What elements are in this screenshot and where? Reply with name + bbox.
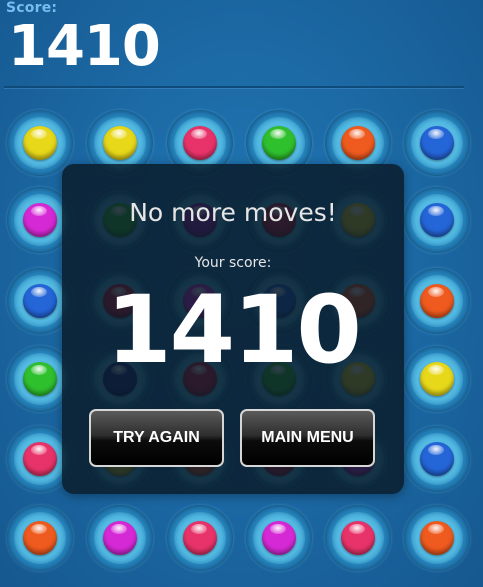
main-menu-button[interactable]: MAIN MENU <box>240 409 375 467</box>
green-ball[interactable] <box>262 126 296 160</box>
magenta-ball[interactable] <box>103 521 137 555</box>
board-cell[interactable] <box>404 505 470 571</box>
board-cell[interactable] <box>325 505 391 571</box>
board-cell[interactable] <box>167 505 233 571</box>
blue-ball[interactable] <box>420 203 454 237</box>
magenta-ball[interactable] <box>23 203 57 237</box>
board-cell[interactable] <box>7 110 73 176</box>
board-cell[interactable] <box>404 110 470 176</box>
orange-ball[interactable] <box>420 284 454 318</box>
yellow-ball[interactable] <box>420 362 454 396</box>
pink-ball[interactable] <box>183 126 217 160</box>
pink-ball[interactable] <box>183 521 217 555</box>
dialog-title: No more moves! <box>129 198 337 227</box>
yellow-ball[interactable] <box>103 126 137 160</box>
board-cell[interactable] <box>7 505 73 571</box>
board-cell[interactable] <box>246 505 312 571</box>
board-cell[interactable] <box>87 505 153 571</box>
blue-ball[interactable] <box>420 442 454 476</box>
green-ball[interactable] <box>23 362 57 396</box>
game-over-dialog: No more moves! Your score: 1410 TRY AGAI… <box>62 164 404 494</box>
blue-ball[interactable] <box>23 284 57 318</box>
pink-ball[interactable] <box>23 442 57 476</box>
board-cell[interactable] <box>404 268 470 334</box>
orange-ball[interactable] <box>23 521 57 555</box>
pink-ball[interactable] <box>341 521 375 555</box>
try-again-button[interactable]: TRY AGAIN <box>89 409 224 467</box>
board-cell[interactable] <box>404 346 470 412</box>
your-score-label: Your score: <box>194 255 272 271</box>
final-score: 1410 <box>106 276 362 385</box>
magenta-ball[interactable] <box>262 521 296 555</box>
yellow-ball[interactable] <box>23 126 57 160</box>
board-cell[interactable] <box>404 426 470 492</box>
blue-ball[interactable] <box>420 126 454 160</box>
orange-ball[interactable] <box>341 126 375 160</box>
orange-ball[interactable] <box>420 521 454 555</box>
board-cell[interactable] <box>404 187 470 253</box>
